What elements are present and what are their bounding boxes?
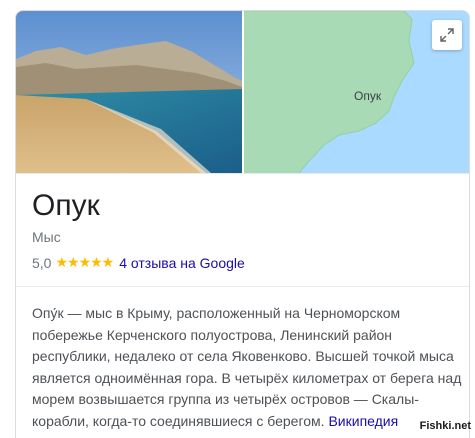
star-rating-icon: ★★★★★ — [55, 254, 114, 270]
expand-map-button[interactable] — [432, 20, 462, 50]
reviews-link[interactable]: 4 отзыва на Google — [119, 255, 245, 271]
rating-row: 5,0 ★★★★★ 4 отзыва на Google — [32, 254, 245, 271]
beach-photo-image — [16, 11, 242, 173]
wikipedia-link[interactable]: Википедия — [328, 413, 398, 429]
place-photo[interactable] — [16, 11, 242, 173]
rating-value: 5,0 — [32, 254, 52, 271]
place-type: Мыс — [32, 229, 61, 245]
expand-icon — [440, 28, 454, 42]
watermark-logo: Fishki.net — [419, 420, 471, 432]
place-description: Опу́к — мыс в Крыму, расположенный на Че… — [32, 303, 462, 432]
place-title: Опук — [32, 189, 100, 222]
description-text: Опу́к — мыс в Крыму, расположенный на Че… — [32, 305, 462, 429]
knowledge-panel: Опук Опук Мыс 5,0 ★★★★★ 4 отзыва на Goog… — [15, 10, 470, 438]
map-place-label: Опук — [354, 89, 382, 103]
media-header: Опук — [16, 11, 469, 173]
